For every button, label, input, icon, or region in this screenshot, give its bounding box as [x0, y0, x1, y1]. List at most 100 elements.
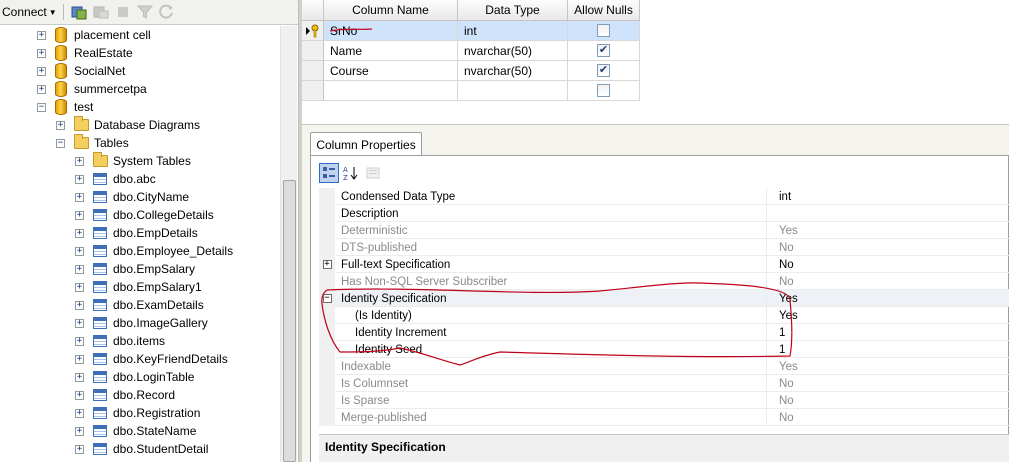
allow-nulls-cell[interactable]: [568, 21, 640, 41]
tree-node-table[interactable]: + dbo.KeyFriendDetails: [75, 350, 228, 368]
property-value[interactable]: int: [775, 188, 1009, 205]
expand-icon[interactable]: +: [37, 66, 46, 76]
tab-column-properties[interactable]: Column Properties: [310, 132, 422, 156]
expand-icon[interactable]: +: [56, 120, 65, 130]
property-value[interactable]: 1: [775, 324, 1009, 341]
scrollbar-thumb[interactable]: [283, 180, 296, 462]
collapse-icon[interactable]: −: [37, 102, 46, 112]
tree-node-table[interactable]: + dbo.Registration: [75, 404, 200, 422]
tree-node-table[interactable]: + dbo.ImageGallery: [75, 314, 208, 332]
tree-node-system-tables[interactable]: + System Tables: [75, 152, 191, 170]
row-selector[interactable]: [302, 21, 324, 41]
expand-icon[interactable]: +: [75, 282, 84, 292]
row-selector[interactable]: [302, 41, 324, 61]
data-type-cell[interactable]: nvarchar(50): [458, 61, 568, 81]
property-row[interactable]: Merge-published No: [319, 409, 1009, 426]
expand-icon[interactable]: +: [75, 210, 84, 220]
tree-node-tables[interactable]: − Tables: [56, 134, 129, 152]
property-row-identity-increment[interactable]: Identity Increment 1: [319, 324, 1009, 341]
collapse-icon[interactable]: −: [56, 138, 65, 148]
data-type-cell[interactable]: [458, 81, 568, 101]
row-selector[interactable]: [302, 81, 324, 101]
expand-icon[interactable]: +: [75, 174, 84, 184]
filter-icon[interactable]: [136, 3, 154, 21]
tree-node-table[interactable]: + dbo.LoginTable: [75, 368, 194, 386]
tree-node-table[interactable]: + dbo.EmpSalary1: [75, 278, 202, 296]
tree-node-table[interactable]: + dbo.ExamDetails: [75, 296, 204, 314]
allow-nulls-checkbox[interactable]: [597, 24, 610, 37]
expand-icon[interactable]: +: [75, 408, 84, 418]
column-name-cell[interactable]: Course: [324, 61, 458, 81]
allow-nulls-cell[interactable]: [568, 81, 640, 101]
categorized-icon[interactable]: [319, 163, 339, 183]
property-row[interactable]: Deterministic Yes: [319, 222, 1009, 239]
tree-node-table[interactable]: + dbo.StudentDetail: [75, 440, 208, 458]
expand-icon[interactable]: +: [75, 228, 84, 238]
expand-icon[interactable]: +: [75, 444, 84, 454]
expand-icon[interactable]: +: [75, 264, 84, 274]
tree-node-table[interactable]: + dbo.CityName: [75, 188, 189, 206]
expand-icon[interactable]: +: [75, 426, 84, 436]
property-row-identity-seed[interactable]: Identity Seed 1: [319, 341, 1009, 358]
tree-node-table[interactable]: + dbo.items: [75, 332, 165, 350]
property-value[interactable]: Yes: [775, 307, 1009, 324]
property-row[interactable]: Description: [319, 205, 1009, 222]
property-row-fulltext[interactable]: + Full-text Specification No: [319, 256, 1009, 273]
property-value[interactable]: Yes: [775, 290, 1009, 307]
tree-node-database-test[interactable]: − test: [37, 98, 93, 116]
tree-node-table[interactable]: + dbo.Employee_Details: [75, 242, 233, 260]
disconnect-icon[interactable]: [92, 3, 110, 21]
expand-icon[interactable]: +: [75, 300, 84, 310]
property-row[interactable]: Is Columnset No: [319, 375, 1009, 392]
property-row[interactable]: Has Non-SQL Server Subscriber No: [319, 273, 1009, 290]
data-type-cell[interactable]: int: [458, 21, 568, 41]
allow-nulls-cell[interactable]: ✔: [568, 61, 640, 81]
tree-node-database-diagrams[interactable]: + Database Diagrams: [56, 116, 200, 134]
allow-nulls-checkbox[interactable]: ✔: [597, 44, 610, 57]
tree-node-database[interactable]: + SocialNet: [37, 62, 125, 80]
tree-node-table[interactable]: + dbo.Record: [75, 386, 175, 404]
property-row-is-identity[interactable]: (Is Identity) Yes: [319, 307, 1009, 324]
column-name-cell[interactable]: SrNo: [324, 21, 458, 41]
allow-nulls-cell[interactable]: ✔: [568, 41, 640, 61]
data-type-cell[interactable]: nvarchar(50): [458, 41, 568, 61]
tree-node-database[interactable]: + RealEstate: [37, 44, 133, 62]
register-server-icon[interactable]: [70, 3, 88, 21]
tree-node-table[interactable]: + dbo.EmpDetails: [75, 224, 198, 242]
row-selector[interactable]: [302, 61, 324, 81]
property-row[interactable]: Is Sparse No: [319, 392, 1009, 409]
tree-node-table[interactable]: + dbo.StateName: [75, 422, 196, 440]
collapse-icon[interactable]: −: [322, 294, 332, 303]
property-row[interactable]: Indexable Yes: [319, 358, 1009, 375]
expand-icon[interactable]: +: [75, 336, 84, 346]
allow-nulls-checkbox[interactable]: ✔: [597, 64, 610, 77]
property-row[interactable]: Condensed Data Type int: [319, 188, 1009, 205]
stop-icon[interactable]: [114, 3, 132, 21]
column-name-cell[interactable]: [324, 81, 458, 101]
expand-icon[interactable]: +: [75, 192, 84, 202]
expand-icon[interactable]: +: [75, 354, 84, 364]
expand-icon[interactable]: +: [75, 156, 84, 166]
tree-node-database[interactable]: + placement cell: [37, 26, 151, 44]
expand-icon[interactable]: +: [37, 30, 46, 40]
expand-icon[interactable]: +: [75, 318, 84, 328]
tree-node-table[interactable]: + dbo.CollegeDetails: [75, 206, 214, 224]
tree-node-table[interactable]: + dbo.abc: [75, 170, 156, 188]
property-row[interactable]: DTS-published No: [319, 239, 1009, 256]
tree-node-database[interactable]: + summercetpa: [37, 80, 147, 98]
property-value[interactable]: 1: [775, 341, 1009, 358]
expand-icon[interactable]: +: [322, 260, 332, 269]
property-pages-icon[interactable]: [363, 163, 383, 183]
property-value[interactable]: No: [775, 256, 1009, 273]
property-row-identity-specification[interactable]: − Identity Specification Yes: [319, 290, 1009, 307]
expand-icon[interactable]: +: [37, 84, 46, 94]
connect-button[interactable]: Connect ▼: [0, 2, 57, 22]
column-name-cell[interactable]: Name: [324, 41, 458, 61]
allow-nulls-checkbox[interactable]: [597, 84, 610, 97]
tree-node-table[interactable]: + dbo.EmpSalary: [75, 260, 195, 278]
expand-icon[interactable]: +: [37, 48, 46, 58]
expand-icon[interactable]: +: [75, 372, 84, 382]
expand-icon[interactable]: +: [75, 390, 84, 400]
alphabetical-sort-icon[interactable]: AZ: [341, 163, 361, 183]
object-explorer-scrollbar[interactable]: [280, 26, 297, 462]
